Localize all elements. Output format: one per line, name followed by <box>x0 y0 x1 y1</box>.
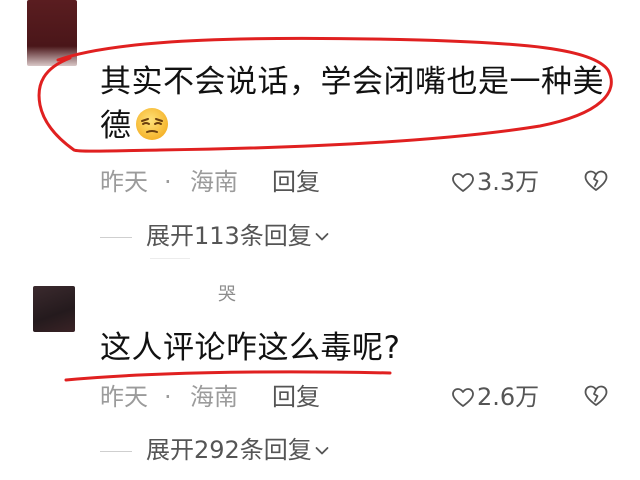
reply-button[interactable]: 回复 <box>272 166 320 198</box>
separator-dot: · <box>164 383 172 411</box>
expand-replies-label: 展开292条回复 <box>146 436 312 464</box>
avatar[interactable] <box>33 286 75 332</box>
comment-date: 昨天 <box>100 383 148 411</box>
comment-meta: 昨天 · 海南 回复 2.6万 <box>100 381 620 413</box>
comment-text-line: 这人评论咋这么毒呢? <box>100 330 401 366</box>
chevron-down-icon <box>315 432 329 464</box>
comment-meta: 昨天 · 海南 回复 3.3万 <box>100 166 620 198</box>
username[interactable]: 哭 <box>218 283 236 307</box>
heart-outline-icon <box>452 388 474 407</box>
like-button[interactable]: 3.3万 <box>452 166 539 198</box>
comment-location: 海南 <box>190 168 238 196</box>
dislike-button[interactable] <box>584 168 608 200</box>
like-button[interactable]: 2.6万 <box>452 381 539 413</box>
reply-button[interactable]: 回复 <box>272 381 320 413</box>
comment-thread: 其实不会说话，学会闭嘴也是一种美 德 昨天 · 海南 回复 3.3万 展开113… <box>0 0 640 480</box>
divider <box>150 258 190 259</box>
comment-text[interactable]: 这人评论咋这么毒呢? <box>100 326 400 371</box>
like-count: 2.6万 <box>477 383 540 411</box>
squinting-face-emoji-icon <box>134 106 170 142</box>
expand-replies-button[interactable]: 展开292条回复 <box>100 432 329 464</box>
comment-text[interactable]: 其实不会说话，学会闭嘴也是一种美 <box>100 60 620 105</box>
expand-replies-label: 展开113条回复 <box>146 222 312 250</box>
avatar[interactable] <box>27 0 77 66</box>
expand-replies-button[interactable]: 展开113条回复 <box>100 218 329 250</box>
dislike-button[interactable] <box>584 383 608 415</box>
separator-dot: · <box>164 168 172 196</box>
comment-text-line: 德 <box>100 108 132 144</box>
red-underline-annotation <box>64 370 392 382</box>
comment-location: 海南 <box>190 383 238 411</box>
comment-date: 昨天 <box>100 168 148 196</box>
heart-outline-icon <box>452 173 474 192</box>
comment-text-line: 其实不会说话，学会闭嘴也是一种美 <box>100 64 604 100</box>
broken-heart-icon <box>584 385 608 406</box>
like-count: 3.3万 <box>477 168 540 196</box>
comment-text-continued[interactable]: 德 <box>100 104 170 149</box>
broken-heart-icon <box>584 170 608 191</box>
chevron-down-icon <box>315 218 329 250</box>
divider <box>100 236 132 238</box>
divider <box>100 450 132 452</box>
